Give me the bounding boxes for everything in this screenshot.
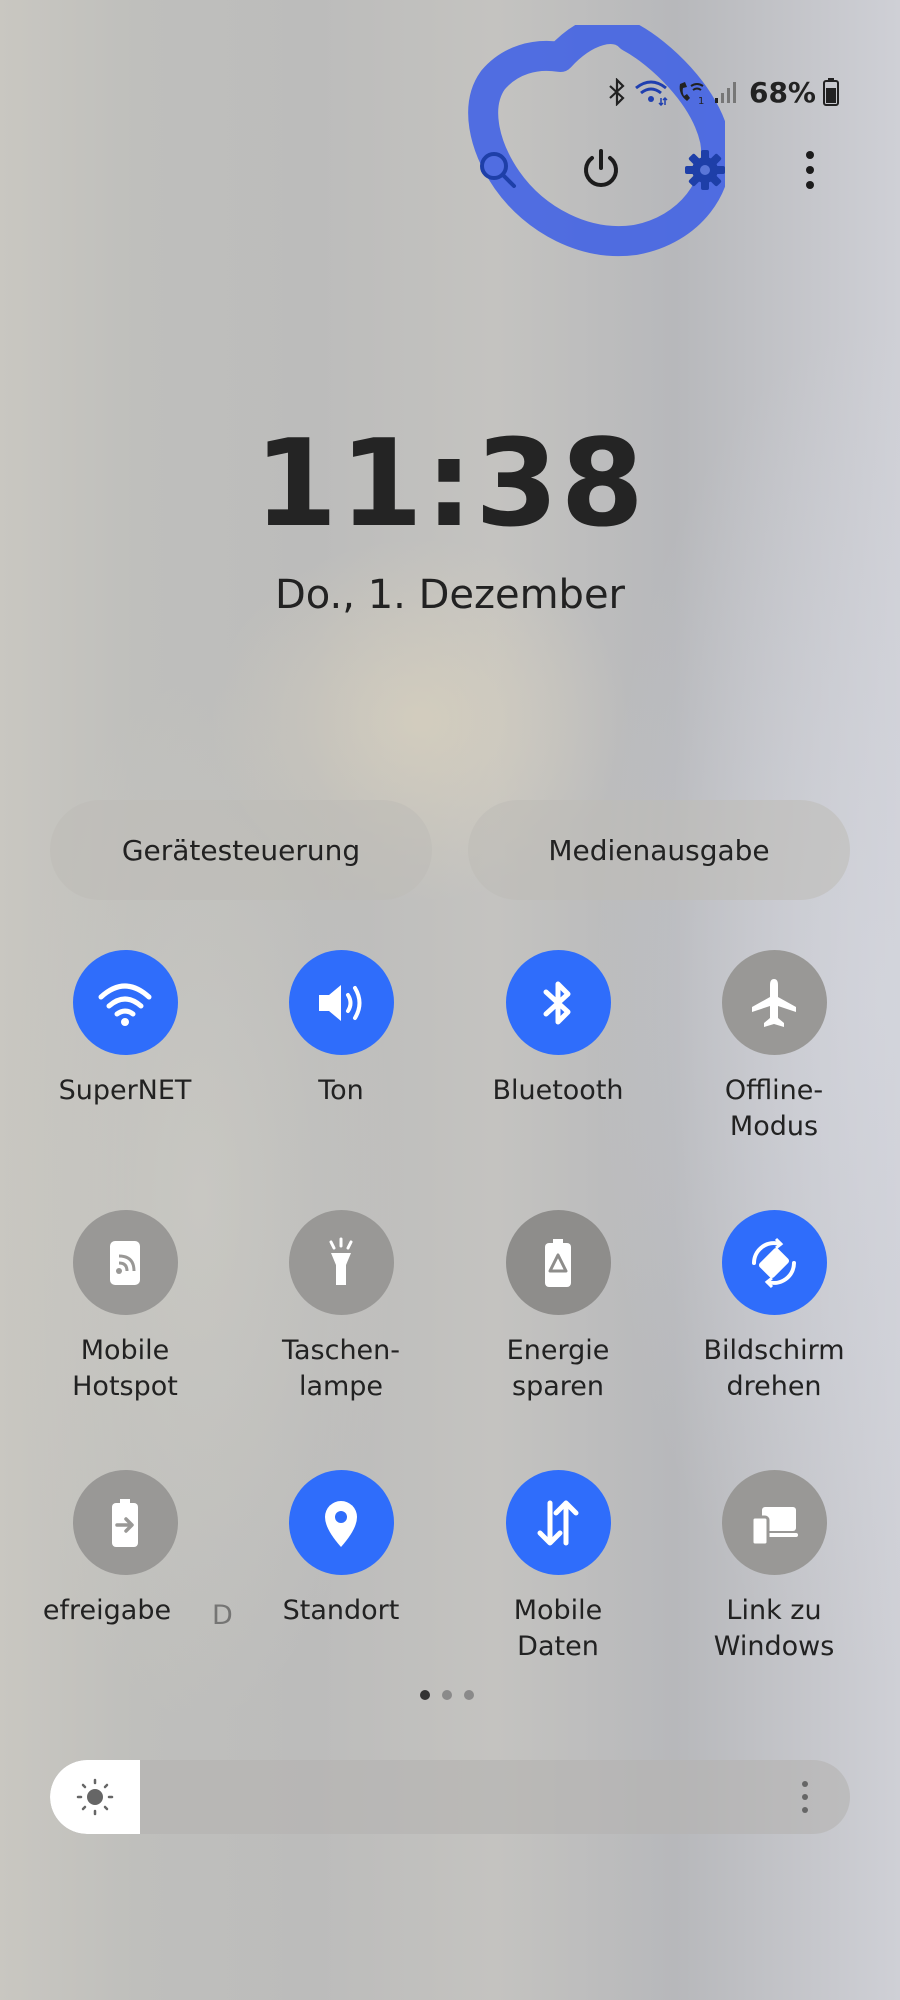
tile-airplane-mode-label: Offline- Modus [724, 1075, 824, 1142]
power-button[interactable] [571, 140, 631, 200]
tile-power-share-toggle[interactable] [72, 1470, 178, 1575]
signal-icon [713, 78, 739, 106]
tile-auto-rotate-toggle[interactable] [721, 1210, 827, 1315]
page-dot[interactable] [442, 1690, 452, 1700]
brightness-more-button[interactable] [798, 1778, 812, 1820]
tile-bluetooth-toggle[interactable] [505, 950, 611, 1055]
tile-link-to-windows[interactable]: Link zu Windows [679, 1470, 869, 1665]
battery-percentage: 68% [748, 75, 816, 109]
media-output-button[interactable]: Medienausgabe [468, 800, 850, 900]
brightness-slider[interactable] [50, 1760, 850, 1834]
wifi-icon [633, 78, 669, 106]
tile-location[interactable]: Standort [246, 1470, 436, 1629]
tile-link-to-windows-toggle[interactable] [721, 1470, 827, 1575]
tile-power-saving[interactable]: Energie sparen [463, 1210, 653, 1405]
more-vertical-icon [802, 1781, 808, 1813]
search-icon [480, 152, 516, 188]
tile-flashlight[interactable]: Taschen- lampe [246, 1210, 436, 1405]
tile-power-share[interactable]: efreigabe [30, 1470, 220, 1629]
tile-sound[interactable]: Ton [246, 950, 436, 1109]
tile-mobile-data[interactable]: Mobile Daten [463, 1470, 653, 1665]
tile-flashlight-label: Taschen- lampe [281, 1335, 401, 1402]
tile-bluetooth-label: Bluetooth [492, 1075, 624, 1106]
tile-airplane-mode-toggle[interactable] [721, 950, 827, 1055]
tile-link-to-windows-label: Link zu Windows [713, 1595, 835, 1662]
tile-mobile-hotspot-label: Mobile Hotspot [72, 1335, 178, 1402]
svg-text:1: 1 [698, 96, 704, 106]
tile-airplane-mode[interactable]: Offline- Modus [679, 950, 869, 1145]
power-saving-icon [545, 1238, 571, 1287]
search-button[interactable] [468, 140, 528, 200]
page-dot[interactable] [420, 1690, 430, 1700]
location-icon [325, 1500, 357, 1547]
airplane-icon [752, 978, 796, 1027]
mobile-data-icon [537, 1500, 579, 1545]
power-share-icon [112, 1498, 138, 1547]
wifi-icon [98, 983, 152, 1026]
wifi-calling-icon: 1 [675, 78, 707, 106]
tile-sound-toggle[interactable] [288, 950, 394, 1055]
tile-sound-label: Ton [318, 1075, 364, 1106]
tile-bluetooth[interactable]: Bluetooth [463, 950, 653, 1109]
tile-auto-rotate[interactable]: Bildschirm drehen [679, 1210, 869, 1405]
settings-gear-icon [685, 150, 725, 190]
page-dot[interactable] [464, 1690, 474, 1700]
bluetooth-icon [543, 981, 571, 1024]
page-indicator [420, 1690, 474, 1700]
tile-power-saving-label: Energie sparen [506, 1335, 610, 1402]
status-bar: 1 68% [607, 70, 840, 114]
settings-button[interactable] [675, 140, 735, 200]
tile-flashlight-toggle[interactable] [288, 1210, 394, 1315]
sun-icon [76, 1778, 114, 1816]
tile-mobile-hotspot[interactable]: Mobile Hotspot [30, 1210, 220, 1405]
tile-power-share-label: efreigabe [42, 1595, 172, 1626]
brightness-fill[interactable] [50, 1760, 140, 1834]
hotspot-icon [110, 1240, 140, 1285]
tile-auto-rotate-label: Bildschirm drehen [703, 1335, 845, 1402]
sound-icon [319, 984, 362, 1021]
device-control-button[interactable]: Gerätesteuerung [50, 800, 432, 900]
device-control-label: Gerätesteuerung [121, 833, 361, 867]
more-vertical-icon [806, 151, 814, 189]
quick-panel-toolbar [0, 140, 900, 200]
tile-wifi[interactable]: SuperNET [30, 950, 220, 1109]
tile-mobile-data-label: Mobile Daten [513, 1595, 603, 1662]
battery-icon [822, 77, 840, 107]
tile-wifi-label: SuperNET [58, 1075, 192, 1106]
more-options-button[interactable] [780, 140, 840, 200]
tile-power-saving-toggle[interactable] [505, 1210, 611, 1315]
power-icon [584, 149, 618, 187]
media-output-label: Medienausgabe [548, 833, 770, 867]
tile-location-label: Standort [282, 1595, 400, 1626]
partial-tile-label: D [212, 1600, 233, 1631]
link-to-windows-icon [750, 1506, 798, 1546]
clock-date[interactable]: Do., 1. Dezember [0, 572, 900, 618]
tile-mobile-hotspot-toggle[interactable] [72, 1210, 178, 1315]
auto-rotate-icon [752, 1237, 796, 1288]
flashlight-icon [329, 1237, 353, 1285]
clock-time[interactable]: 11:38 [0, 425, 900, 545]
tile-location-toggle[interactable] [288, 1470, 394, 1575]
tile-wifi-toggle[interactable] [72, 950, 178, 1055]
bluetooth-icon [607, 78, 627, 106]
tile-mobile-data-toggle[interactable] [505, 1470, 611, 1575]
